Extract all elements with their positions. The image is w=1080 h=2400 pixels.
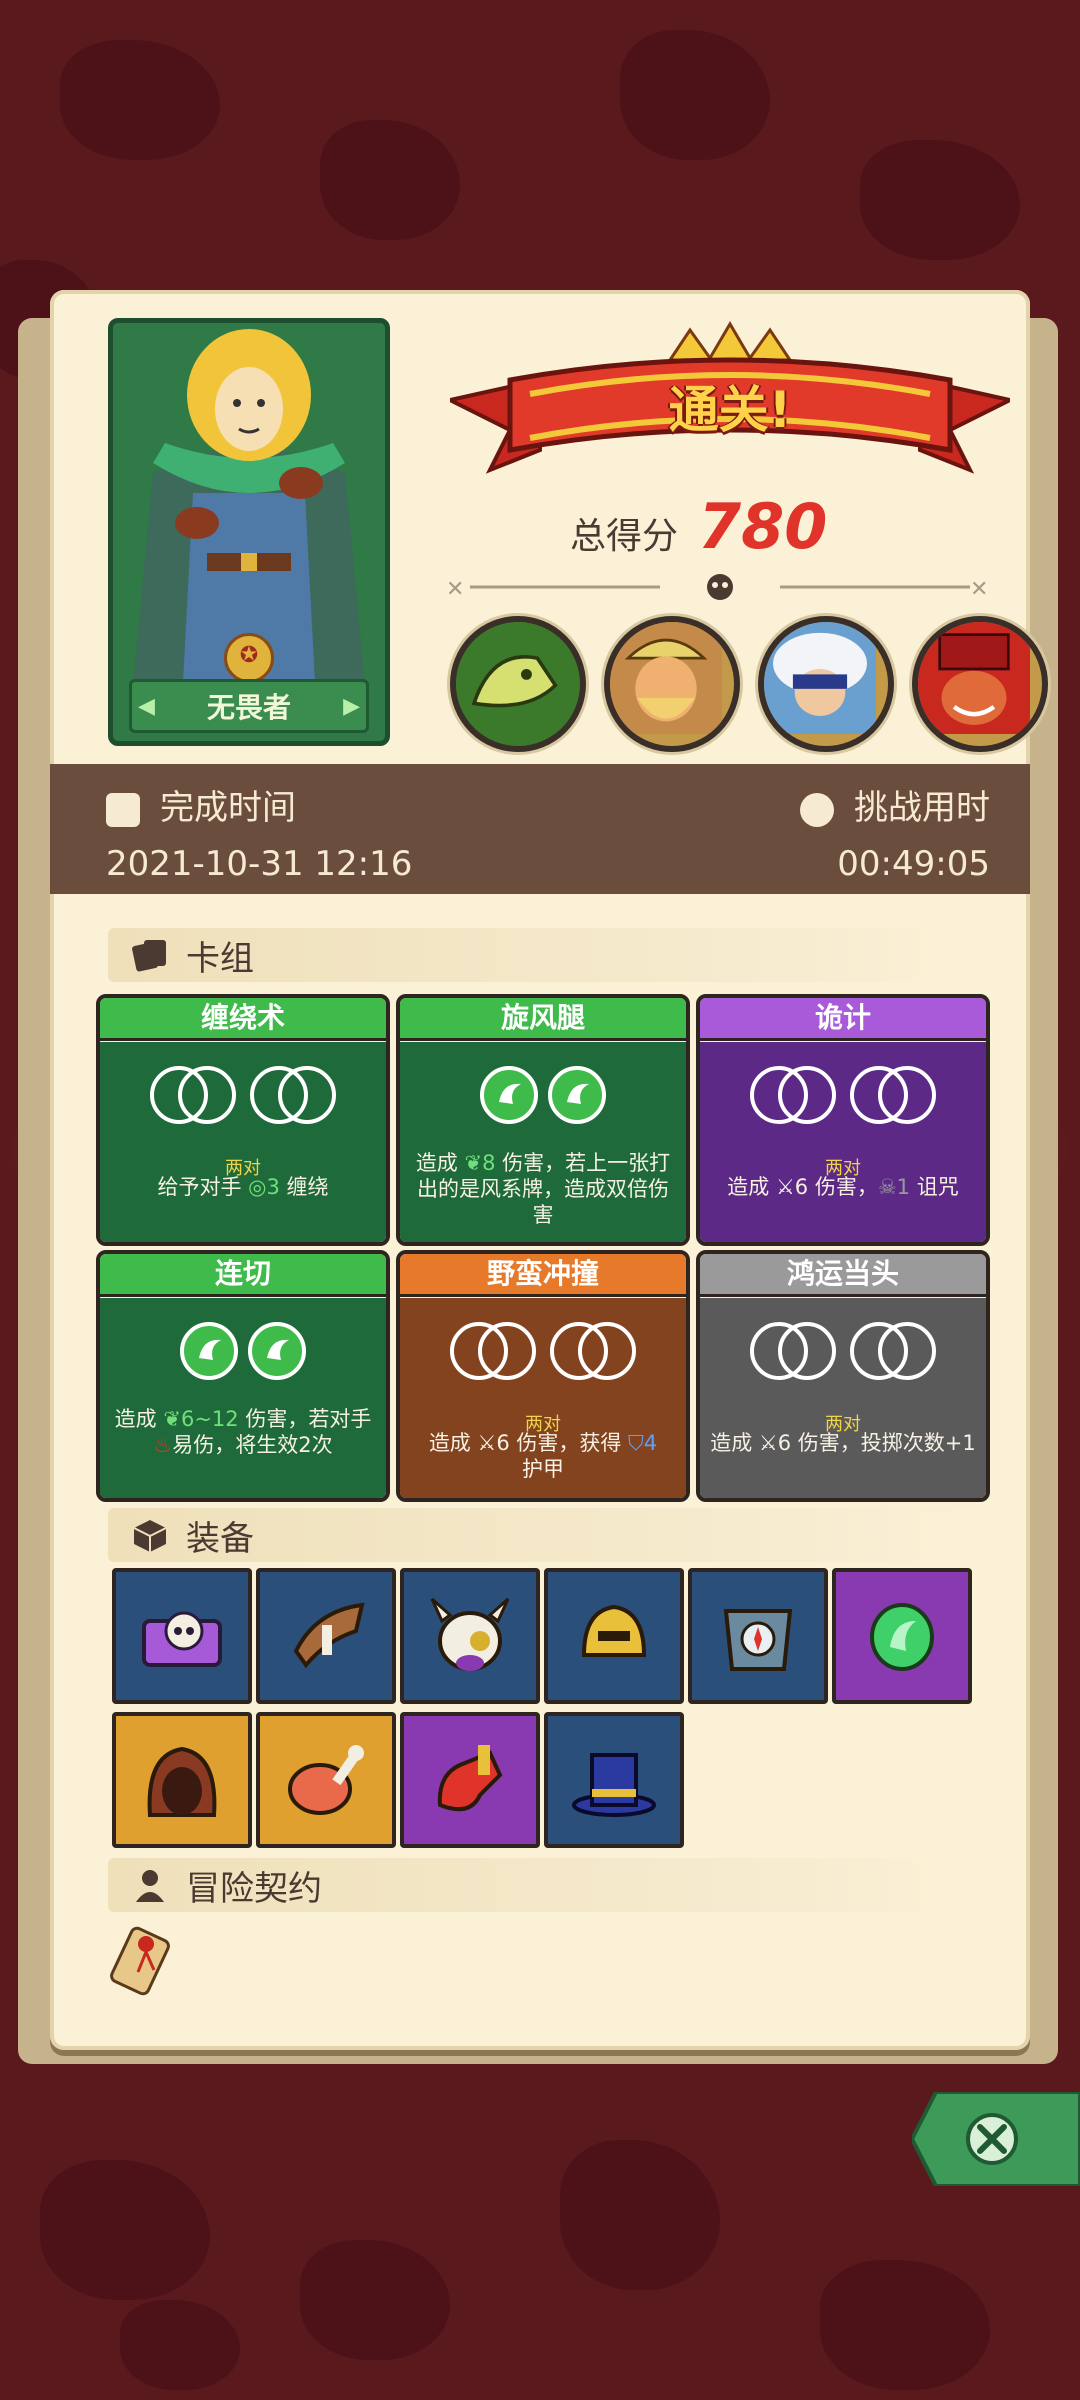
arrow-left-icon[interactable]: ◀ xyxy=(138,694,155,719)
sword-icon: ⚔ xyxy=(477,1431,497,1455)
score-value: 780 xyxy=(698,490,828,563)
deck-card-trick[interactable]: 诡计 两对 造成 ⚔6 伤害，☠1 诅咒 xyxy=(696,994,990,1246)
dice-slots-icon xyxy=(400,1320,686,1386)
deck-card-good-fortune[interactable]: 鸿运当头 两对 造成 ⚔6 伤害，投掷次数+1 xyxy=(696,1250,990,1502)
deck-card-whirlwind-kick[interactable]: 旋风腿 造成 ❦8 伤害，若上一张打出的是风系牌，造成双倍伤害 xyxy=(396,994,690,1246)
dice-slots-icon xyxy=(700,1064,986,1130)
sword-icon: ⚔ xyxy=(758,1431,778,1455)
ham-icon[interactable] xyxy=(256,1712,396,1848)
wind-dice-icon xyxy=(400,1064,686,1130)
card-name: 缠绕术 xyxy=(100,998,386,1041)
score-label: 总得分 xyxy=(570,516,679,557)
svg-text:✕: ✕ xyxy=(970,577,988,602)
challenge-time-value: 00:49:05 xyxy=(837,844,990,884)
rank-badge-icon: ✪ xyxy=(224,633,274,683)
arrow-right-icon[interactable]: ▶ xyxy=(343,694,360,719)
compass-armor-icon[interactable] xyxy=(688,1568,828,1704)
total-score: 总得分 780 xyxy=(570,490,827,563)
card-description: 造成 ⚔6 伤害，☠1 诅咒 xyxy=(727,1175,959,1199)
equipment-section-header: 装备 xyxy=(108,1508,968,1562)
time-bar: 完成时间 挑战用时 2021-10-31 12:16 00:49:05 xyxy=(50,764,1030,894)
skull-book-icon[interactable] xyxy=(112,1568,252,1704)
finish-time-header: 完成时间 xyxy=(106,780,296,829)
curse-skull-icon: ☠ xyxy=(877,1175,897,1199)
red-gauntlet-icon[interactable] xyxy=(400,1712,540,1848)
card-name: 旋风腿 xyxy=(400,998,686,1041)
deck-title: 卡组 xyxy=(186,938,254,979)
card-description: 给予对手 ◎3 缠绕 xyxy=(157,1175,329,1199)
vulnerable-icon: ♨ xyxy=(153,1433,173,1457)
dinosaur-skeleton-boss-icon[interactable] xyxy=(450,616,586,752)
close-button[interactable] xyxy=(909,2090,1080,2188)
sword-icon: ⚔ xyxy=(775,1175,795,1199)
horned-skull-mask-icon[interactable] xyxy=(400,1568,540,1704)
deck-section-header: 卡组 xyxy=(108,928,968,982)
horn-icon[interactable] xyxy=(256,1568,396,1704)
cards-icon xyxy=(132,940,166,972)
brown-hood-icon[interactable] xyxy=(112,1712,252,1848)
contract-section-header: 冒险契约 xyxy=(108,1858,968,1912)
dice-slots-icon xyxy=(100,1064,386,1130)
clear-ribbon: 通关! xyxy=(444,320,1016,490)
person-icon xyxy=(136,1870,164,1902)
shield-icon: ⛉ xyxy=(628,1431,644,1455)
finish-time-value: 2021-10-31 12:16 xyxy=(106,844,413,884)
dice-slots-icon xyxy=(700,1320,986,1386)
ornament-divider: ✕ ✕ xyxy=(446,574,988,602)
viking-boss-icon[interactable] xyxy=(604,616,740,752)
deck-card-chain-slash[interactable]: 连切 造成 ❦6~12 伤害，若对手 ♨易伤，将生效2次 xyxy=(96,1250,390,1502)
wind-icon: ❦ xyxy=(163,1407,181,1431)
challenge-time-header: 挑战用时 xyxy=(800,780,990,829)
scroll-icon[interactable] xyxy=(102,1922,176,2002)
defeated-bosses xyxy=(450,616,1048,752)
result-panel: ✪ ◀ 无畏者 ▶ 通关! 总得分 780 ✕ ✕ 完成时间 挑战用时 2021… xyxy=(50,290,1048,2050)
contract-title: 冒险契约 xyxy=(186,1868,322,1909)
hero-figure-icon xyxy=(113,323,385,683)
golden-helmet-icon[interactable] xyxy=(544,1568,684,1704)
card-name: 野蛮冲撞 xyxy=(400,1254,686,1297)
stopwatch-icon xyxy=(800,792,834,827)
wind-dice-icon xyxy=(100,1320,386,1386)
green-gem-icon[interactable] xyxy=(832,1568,972,1704)
cube-icon xyxy=(133,1520,167,1552)
svg-text:✕: ✕ xyxy=(446,577,464,602)
finish-time-label: 完成时间 xyxy=(160,788,296,828)
card-description: 造成 ⚔6 伤害，获得 ⛉4 护甲 xyxy=(428,1431,658,1481)
challenge-time-label: 挑战用时 xyxy=(854,788,990,828)
wind-icon: ❦ xyxy=(464,1151,483,1175)
sheep-boss-icon[interactable] xyxy=(758,616,894,752)
deck-card-entangle[interactable]: 缠绕术 两对 给予对手 ◎3 缠绕 xyxy=(96,994,390,1246)
card-description: 造成 ❦8 伤害，若上一张打出的是风系牌，造成双倍伤害 xyxy=(415,1151,671,1227)
equipment-title: 装备 xyxy=(186,1518,254,1559)
card-name: 连切 xyxy=(100,1254,386,1297)
hero-name: 无畏者 xyxy=(206,691,291,724)
clear-title: 通关! xyxy=(668,381,792,439)
hero-portrait: ✪ ◀ 无畏者 ▶ xyxy=(108,318,390,746)
card-description: 造成 ❦6~12 伤害，若对手 ♨易伤，将生效2次 xyxy=(114,1407,372,1457)
calendar-icon xyxy=(106,792,140,827)
blue-top-hat-icon[interactable] xyxy=(544,1712,684,1848)
clown-boss-icon[interactable] xyxy=(912,616,1048,752)
card-name: 诡计 xyxy=(700,998,986,1041)
entangle-icon: ◎ xyxy=(248,1175,267,1199)
deck-card-savage-charge[interactable]: 野蛮冲撞 两对 造成 ⚔6 伤害，获得 ⛉4 护甲 xyxy=(396,1250,690,1502)
hero-name-bar: ◀ 无畏者 ▶ xyxy=(129,679,369,733)
card-name: 鸿运当头 xyxy=(700,1254,986,1297)
card-description: 造成 ⚔6 伤害，投掷次数+1 xyxy=(710,1431,976,1455)
